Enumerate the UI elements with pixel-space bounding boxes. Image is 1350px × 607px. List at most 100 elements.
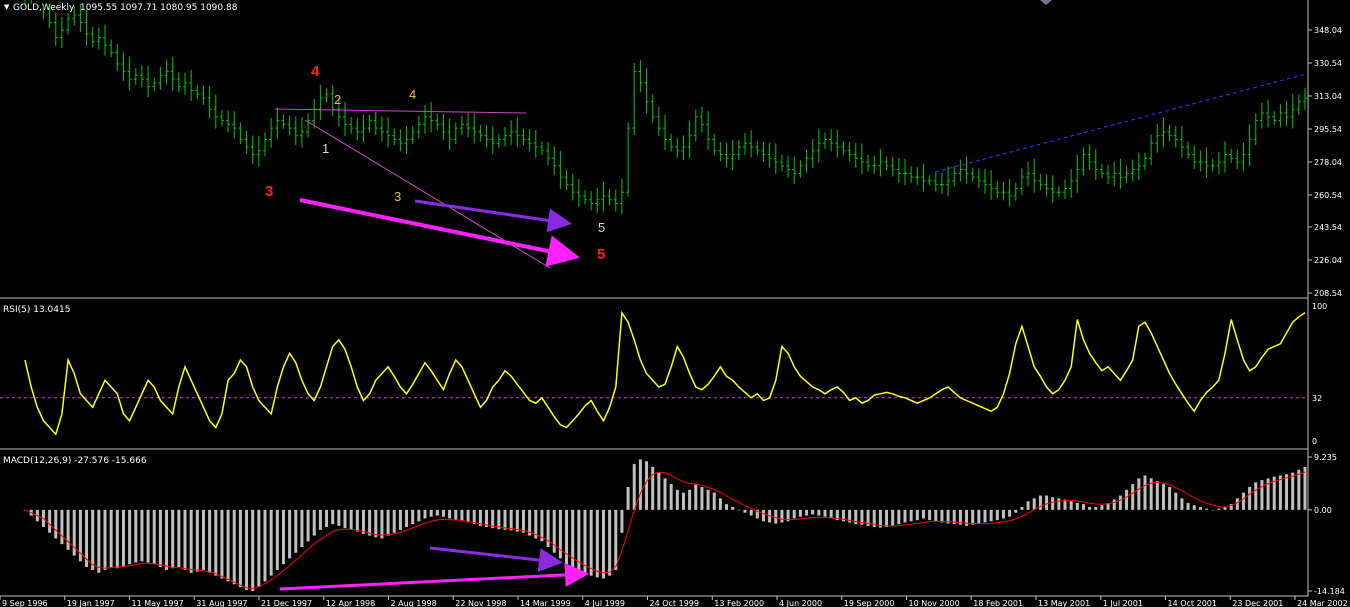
macd-bar-63 (411, 509, 415, 525)
macd-bar-159 (1001, 509, 1005, 519)
time-tick-label-15: 18 Feb 2001 (973, 599, 1023, 607)
macd-tick-label-2: -14.184 (1314, 587, 1345, 596)
price-tick-label-0: 348.04 (1314, 26, 1342, 35)
macd-bar-56 (368, 509, 372, 536)
macd-bar-100 (638, 459, 642, 510)
macd-bar-47 (312, 509, 316, 536)
wave-label-yellow-4: 4 (409, 87, 416, 102)
price-tick-label-7: 226.04 (1314, 256, 1342, 265)
macd-bar-181 (1137, 478, 1141, 510)
rsi-title: RSI(5) 13.0415 (3, 305, 70, 315)
price-tick-label-4: 278.04 (1314, 158, 1342, 167)
macd-bar-184 (1155, 481, 1159, 510)
macd-bar-156 (983, 509, 987, 523)
macd-bar-32 (220, 509, 224, 579)
macd-bar-71 (460, 509, 464, 522)
macd-bar-155 (977, 509, 981, 524)
wave-label-red-3: 3 (265, 183, 273, 200)
macd-bar-144 (909, 509, 913, 522)
macd-bar-11 (91, 509, 95, 570)
macd-bar-37 (251, 509, 255, 592)
macd-bar-43 (288, 509, 292, 559)
macd-bar-104 (663, 478, 667, 510)
macd-bar-149 (940, 509, 944, 523)
macd-bar-65 (423, 509, 427, 519)
macd-bar-207 (1297, 469, 1301, 510)
macd-bar-140 (885, 509, 889, 528)
macd-bar-21 (152, 509, 156, 565)
macd-bar-116 (737, 509, 741, 511)
rsi-level-label-0: 100 (1312, 302, 1327, 311)
macd-bar-103 (657, 472, 661, 510)
price-tick-label-3: 295.54 (1314, 125, 1342, 134)
rsi-level-label-1: 32 (1312, 394, 1322, 403)
macd-bar-62 (405, 509, 409, 528)
macd-bar-167 (1051, 497, 1055, 510)
macd-bar-127 (805, 509, 809, 516)
macd-tick-label-0: 9.235 (1314, 453, 1337, 462)
macd-bar-161 (1014, 509, 1018, 513)
macd-bar-163 (1026, 501, 1030, 510)
time-tick-label-3: 31 Aug 1997 (196, 599, 247, 607)
macd-bar-157 (989, 509, 993, 522)
macd-bar-142 (897, 509, 901, 525)
macd-bar-128 (811, 509, 815, 515)
macd-bar-67 (435, 509, 439, 516)
macd-bar-57 (374, 509, 378, 538)
macd-bar-23 (165, 509, 169, 570)
macd-bar-126 (798, 509, 802, 517)
macd-bar-94 (601, 509, 605, 579)
dropdown-arrow-icon[interactable]: ▼ (4, 3, 10, 11)
time-tick-label-0: 9 Sep 1996 (2, 599, 48, 607)
macd-bar-174 (1094, 506, 1098, 510)
macd-bar-107 (681, 492, 685, 510)
macd-bar-143 (903, 509, 907, 523)
macd-bar-206 (1291, 472, 1295, 510)
macd-bar-178 (1118, 495, 1122, 510)
price-axis: 348.04 330.54 313.04 295.54 278.04 260.54 243.… (1308, 26, 1342, 298)
macd-bar-39 (263, 509, 267, 582)
macd-bar-108 (688, 489, 692, 510)
macd-bar-78 (503, 509, 507, 530)
macd-bar-49 (325, 509, 329, 528)
chart-canvas: ▼ GOLD,Weekly 1095.55 1097.71 1080.95 10… (0, 0, 1350, 607)
macd-bar-154 (971, 509, 975, 525)
macd-bar-170 (1069, 501, 1073, 510)
macd-bar-147 (928, 509, 932, 521)
time-tick-label-18: 14 Oct 2001 (1168, 599, 1217, 607)
ohlc-readout: 1095.55 1097.71 1080.95 1090.88 (80, 3, 238, 13)
macd-bar-166 (1045, 495, 1049, 510)
macd-bar-111 (706, 489, 710, 510)
macd-title: MACD(12,26,9) -27.576 -15.666 (3, 456, 147, 466)
price-tick-label-8: 208.54 (1314, 289, 1342, 298)
macd-bar-122 (774, 509, 778, 524)
macd-bar-15 (115, 509, 119, 569)
macd-bar-171 (1075, 502, 1079, 510)
macd-bar-69 (448, 509, 452, 519)
macd-bar-160 (1008, 509, 1012, 517)
macd-bar-14 (109, 509, 113, 568)
macd-bar-102 (651, 466, 655, 510)
macd-bar-194 (1217, 508, 1221, 510)
macd-bar-80 (515, 509, 519, 532)
time-tick-label-13: 19 Sep 2000 (844, 599, 895, 607)
macd-bar-38 (257, 509, 261, 588)
price-tick-label-1: 330.54 (1314, 59, 1342, 68)
macd-bar-97 (620, 509, 624, 533)
macd-bar-79 (509, 509, 513, 531)
macd-bar-24 (171, 509, 175, 569)
macd-bar-26 (183, 509, 187, 570)
macd-bar-46 (306, 509, 310, 542)
macd-bar-88 (565, 509, 569, 565)
macd-bar-61 (398, 509, 402, 530)
time-tick-label-5: 12 Apr 1998 (326, 599, 375, 607)
macd-bar-66 (429, 509, 433, 517)
macd-bar-22 (158, 509, 162, 568)
macd-bar-168 (1057, 498, 1061, 510)
macd-bar-20 (146, 509, 150, 563)
macd-bar-199 (1248, 486, 1252, 510)
macd-bar-51 (337, 509, 341, 526)
macd-bar-31 (214, 509, 218, 576)
macd-bar-141 (891, 509, 895, 526)
macd-bar-18 (134, 509, 138, 563)
